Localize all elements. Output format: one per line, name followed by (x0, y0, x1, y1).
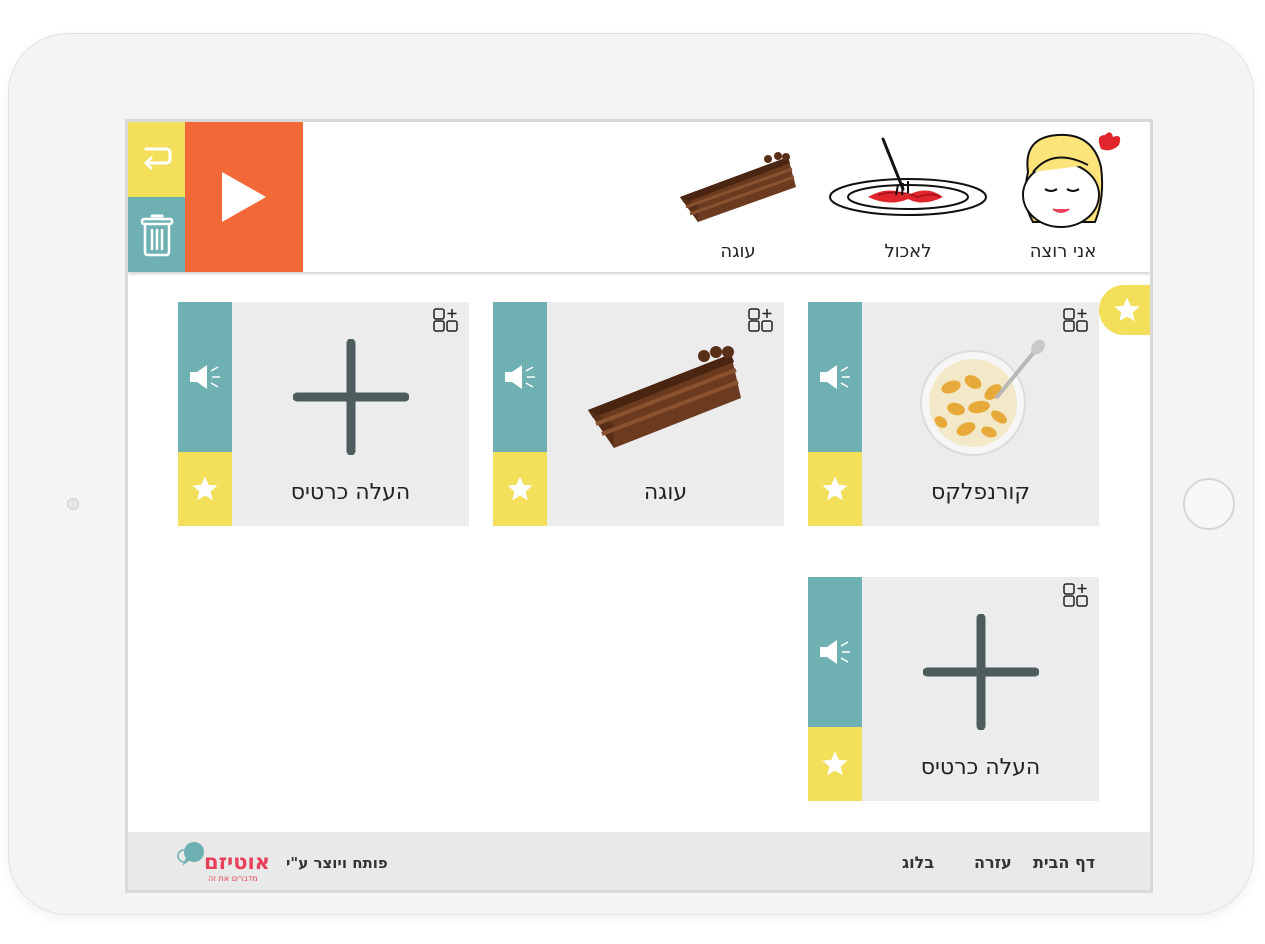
speaker-icon (820, 365, 850, 389)
logo-tagline: מדברים את זה (208, 874, 258, 883)
star-icon (192, 476, 218, 501)
card-sound-button[interactable] (493, 302, 547, 452)
card-image (232, 332, 469, 462)
camera-dot (67, 498, 79, 510)
spaghetti-plate-icon (829, 137, 987, 216)
add-to-grid-icon[interactable] (748, 308, 774, 334)
add-to-grid-icon[interactable] (1063, 583, 1089, 609)
strip-word[interactable]: עוגה (673, 122, 803, 272)
strip-word-label: עוגה (720, 241, 756, 262)
plus-icon (922, 614, 1039, 730)
card-image (862, 332, 1099, 462)
app-screen: אני רוצה לאכול עוגה קורנפלקס עוגה העלה כ… (125, 119, 1153, 893)
logo-name: אוטיזם (204, 850, 270, 874)
card-label: העלה כרטיס (920, 755, 1041, 780)
delete-button[interactable] (128, 197, 185, 272)
card-sound-button[interactable] (808, 302, 862, 452)
star-icon (822, 476, 848, 501)
star-icon (507, 476, 533, 501)
card-upload[interactable]: העלה כרטיס (808, 577, 1099, 801)
card-cornflakes[interactable]: קורנפלקס (808, 302, 1099, 526)
card-image (862, 607, 1099, 737)
play-sentence-button[interactable] (185, 122, 303, 272)
card-cake[interactable]: עוגה (493, 302, 784, 526)
strip-word-label: אני רוצה (1029, 241, 1097, 262)
footer-link-home[interactable]: דף הבית (1033, 832, 1095, 890)
card-label: העלה כרטיס (290, 480, 411, 505)
strip-word-label: לאכול (884, 241, 932, 262)
chat-bubbles-icon (177, 842, 204, 866)
footer: דף הבית עזרה בלוג פותח ויוצר ע"י אוטיזם … (128, 832, 1150, 890)
star-icon (822, 751, 848, 776)
speaker-icon (505, 365, 535, 389)
girl-face-icon (1022, 132, 1121, 228)
footer-link-help[interactable]: עזרה (974, 832, 1012, 890)
tablet-frame: אני רוצה לאכול עוגה קורנפלקס עוגה העלה כ… (8, 33, 1254, 915)
footer-credit: פותח ויוצר ע"י (286, 854, 388, 872)
undo-arrow-icon (144, 147, 171, 169)
home-hardware-button[interactable] (1183, 478, 1235, 530)
autism-logo[interactable]: אוטיזם מדברים את זה (128, 832, 288, 890)
card-sound-button[interactable] (808, 577, 862, 727)
card-upload[interactable]: העלה כרטיס (178, 302, 469, 526)
card-favorite-button[interactable] (493, 452, 547, 526)
card-label: עוגה (643, 480, 688, 505)
card-sound-button[interactable] (178, 302, 232, 452)
card-image (547, 332, 784, 462)
strip-word[interactable]: אני רוצה (998, 122, 1128, 272)
cake-slice-icon (680, 152, 796, 222)
card-favorite-button[interactable] (808, 452, 862, 526)
play-icon (222, 172, 266, 222)
card-label: קורנפלקס (931, 480, 1030, 505)
add-to-grid-icon[interactable] (1063, 308, 1089, 334)
speaker-icon (190, 365, 220, 389)
card-favorite-button[interactable] (178, 452, 232, 526)
card-favorite-button[interactable] (808, 727, 862, 801)
footer-link-blog[interactable]: בלוג (902, 832, 934, 890)
cornflakes-bowl-icon (919, 339, 1045, 456)
plus-icon (292, 339, 409, 455)
add-to-grid-icon[interactable] (433, 308, 459, 334)
favorites-tab[interactable] (1099, 285, 1150, 335)
star-icon (1114, 297, 1139, 322)
undo-button[interactable] (128, 122, 185, 197)
sentence-strip: אני רוצה לאכול עוגה (128, 122, 1150, 272)
cake-slice-icon (587, 345, 741, 448)
speaker-icon (820, 640, 850, 664)
strip-word[interactable]: לאכול (828, 122, 988, 272)
trash-icon (140, 214, 173, 256)
